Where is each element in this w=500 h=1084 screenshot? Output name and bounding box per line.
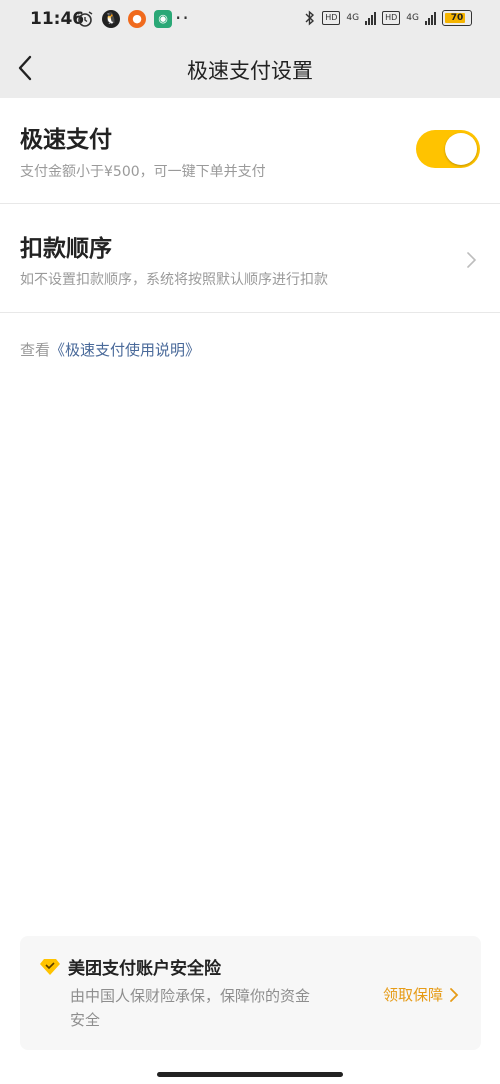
battery-icon: 70 [442,10,472,26]
signal-right-icon [425,11,436,25]
more-notifications-icon: ·· [175,6,190,30]
signal-left-icon [365,11,377,25]
divider [0,312,500,313]
fast-pay-toggle[interactable] [416,130,480,168]
bluetooth-icon [305,10,315,26]
status-bar: 11:46 🐧 ● ◉ ·· HD 4G HD 4G 70 [0,0,500,40]
help-link-line: 查看《极速支付使用说明》 [20,339,200,360]
nav-bar: 极速支付设置 [0,40,500,98]
hd-left-icon: HD [322,11,341,25]
chevron-right-icon [450,987,459,1002]
status-system-icons: HD 4G HD 4G 70 [304,10,472,26]
fast-pay-subtitle: 支付金额小于¥500，可一键下单并支付 [20,164,266,180]
network-left-label: 4G [346,13,360,23]
page-title: 极速支付设置 [187,59,313,83]
deduction-order-title: 扣款顺序 [20,236,112,262]
insurance-title: 美团支付账户安全险 [68,959,221,979]
hd-right-icon: HD [382,11,401,25]
fast-pay-instructions-link[interactable]: 《极速支付使用说明》 [50,341,200,359]
home-indicator[interactable] [157,1072,343,1077]
fast-pay-title: 极速支付 [20,127,112,153]
green-app-icon: ◉ [154,10,172,28]
chevron-right-icon [467,252,477,268]
help-prefix: 查看 [20,341,51,359]
claim-protection-label: 领取保障 [382,986,443,1004]
diamond-shield-icon [40,959,60,975]
insurance-card[interactable]: 美团支付账户安全险 由中国人保财险承保，保障你的资金安全 领取保障 [20,936,481,1050]
orange-app-icon: ● [128,10,146,28]
battery-level: 70 [450,13,464,23]
network-right-label: 4G [406,13,419,23]
qq-app-icon: 🐧 [102,10,120,28]
insurance-description: 由中国人保财险承保，保障你的资金安全 [70,987,311,1029]
status-notification-icons: 🐧 ● ◉ [76,10,172,28]
claim-protection-button[interactable]: 领取保障 [383,984,459,1005]
toggle-knob [445,133,477,165]
alarm-icon [77,11,93,27]
deduction-order-subtitle: 如不设置扣款顺序，系统将按照默认顺序进行扣款 [20,272,328,288]
